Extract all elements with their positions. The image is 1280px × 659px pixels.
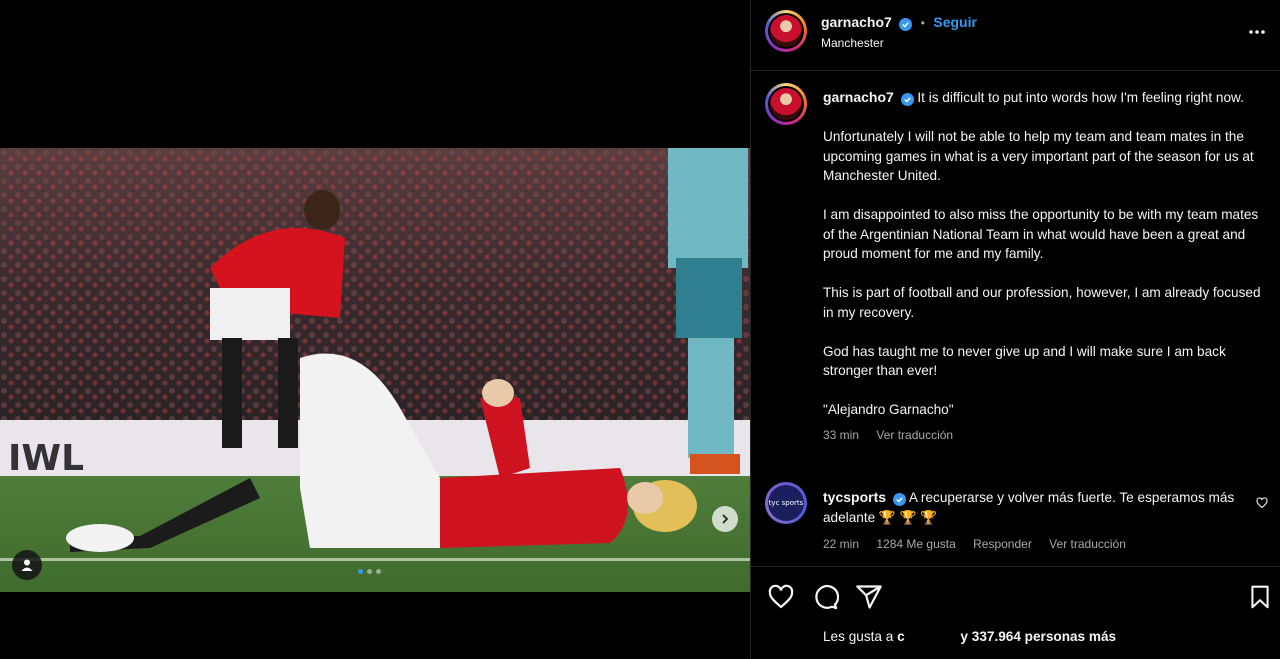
comment-meta: 22 min 1284 Me gusta Responder Ver tradu… [823, 535, 1253, 555]
caption-meta: 33 min Ver traducción [823, 426, 1263, 446]
share-icon [856, 585, 882, 609]
post-time[interactable]: 33 min [823, 428, 859, 442]
comment-translate-link[interactable]: Ver traducción [1049, 537, 1126, 551]
comment-username[interactable]: tycsports [823, 489, 886, 505]
separator-dot: • [920, 16, 925, 30]
post-header: garnacho7 • Seguir Manchester [751, 0, 1280, 71]
carousel-indicator [358, 569, 381, 574]
caption-paragraph: Unfortunately I will not be able to help… [823, 129, 1254, 183]
action-bar: Les gusta a c y 337.964 personas más [751, 566, 1280, 659]
chevron-right-icon [722, 514, 729, 524]
comment: tycsports A recuperarse y volver más fue… [823, 488, 1253, 555]
comment-icon [815, 585, 840, 610]
caption-username[interactable]: garnacho7 [823, 89, 894, 105]
likes-user[interactable]: c [897, 629, 905, 644]
heart-icon [1256, 497, 1268, 509]
post-photo[interactable]: IWL [0, 148, 750, 592]
football-photo: IWL [0, 148, 750, 592]
carousel-dot-3 [376, 569, 381, 574]
avatar[interactable] [765, 10, 807, 52]
reply-button[interactable]: Responder [973, 537, 1032, 551]
media-panel: IWL [0, 0, 750, 658]
caption-signature: "Alejandro Garnacho" [823, 402, 954, 417]
comment-button[interactable] [811, 583, 840, 616]
svg-text:IWL: IWL [8, 438, 84, 479]
comment-avatar-text: tyc sports [768, 485, 804, 521]
more-options-button[interactable] [1247, 22, 1267, 47]
header-user-line: garnacho7 • Seguir [821, 14, 977, 32]
avatar-image [770, 88, 802, 120]
caption-paragraph: I am disappointed to also miss the oppor… [823, 207, 1259, 261]
comment-time[interactable]: 22 min [823, 537, 859, 551]
bookmark-icon [1251, 585, 1269, 609]
avatar-image [770, 15, 802, 47]
username[interactable]: garnacho7 [821, 14, 892, 30]
comment-likes[interactable]: 1284 Me gusta [876, 537, 955, 551]
carousel-dot-2 [367, 569, 372, 574]
caption-first-paragraph: garnacho7 It is difficult to put into wo… [823, 88, 1263, 108]
likes-summary: Les gusta a c y 337.964 personas más [823, 629, 1116, 644]
comment-avatar[interactable]: tyc sports [765, 482, 807, 524]
location[interactable]: Manchester [821, 36, 884, 50]
translate-link[interactable]: Ver traducción [876, 428, 953, 442]
more-icon [1249, 30, 1265, 34]
save-button[interactable] [1247, 583, 1273, 616]
carousel-dot-1 [358, 569, 363, 574]
caption: garnacho7 It is difficult to put into wo… [823, 88, 1263, 445]
share-button[interactable] [855, 583, 883, 616]
verified-icon [892, 493, 906, 506]
caption-paragraph: This is part of football and our profess… [823, 285, 1261, 320]
post-sidebar: garnacho7 • Seguir Manchester garnacho7 … [750, 0, 1280, 658]
caption-paragraph: God has taught me to never give up and I… [823, 343, 1226, 379]
caption-text: It is difficult to put into words how I'… [917, 90, 1244, 105]
user-tag-button[interactable] [12, 550, 42, 580]
like-button[interactable] [767, 583, 795, 616]
follow-button[interactable]: Seguir [933, 14, 977, 30]
comment-body: tycsports A recuperarse y volver más fue… [823, 488, 1253, 527]
likes-count[interactable]: y 337.964 personas más [960, 629, 1116, 644]
comment-like-button[interactable] [1256, 496, 1268, 514]
verified-icon [899, 18, 913, 31]
caption-avatar[interactable] [765, 83, 807, 125]
verified-icon [900, 93, 914, 106]
carousel-next-button[interactable] [712, 506, 738, 532]
likes-prefix: Les gusta a [823, 629, 894, 644]
heart-icon [768, 584, 794, 609]
user-tag-icon [21, 559, 33, 571]
